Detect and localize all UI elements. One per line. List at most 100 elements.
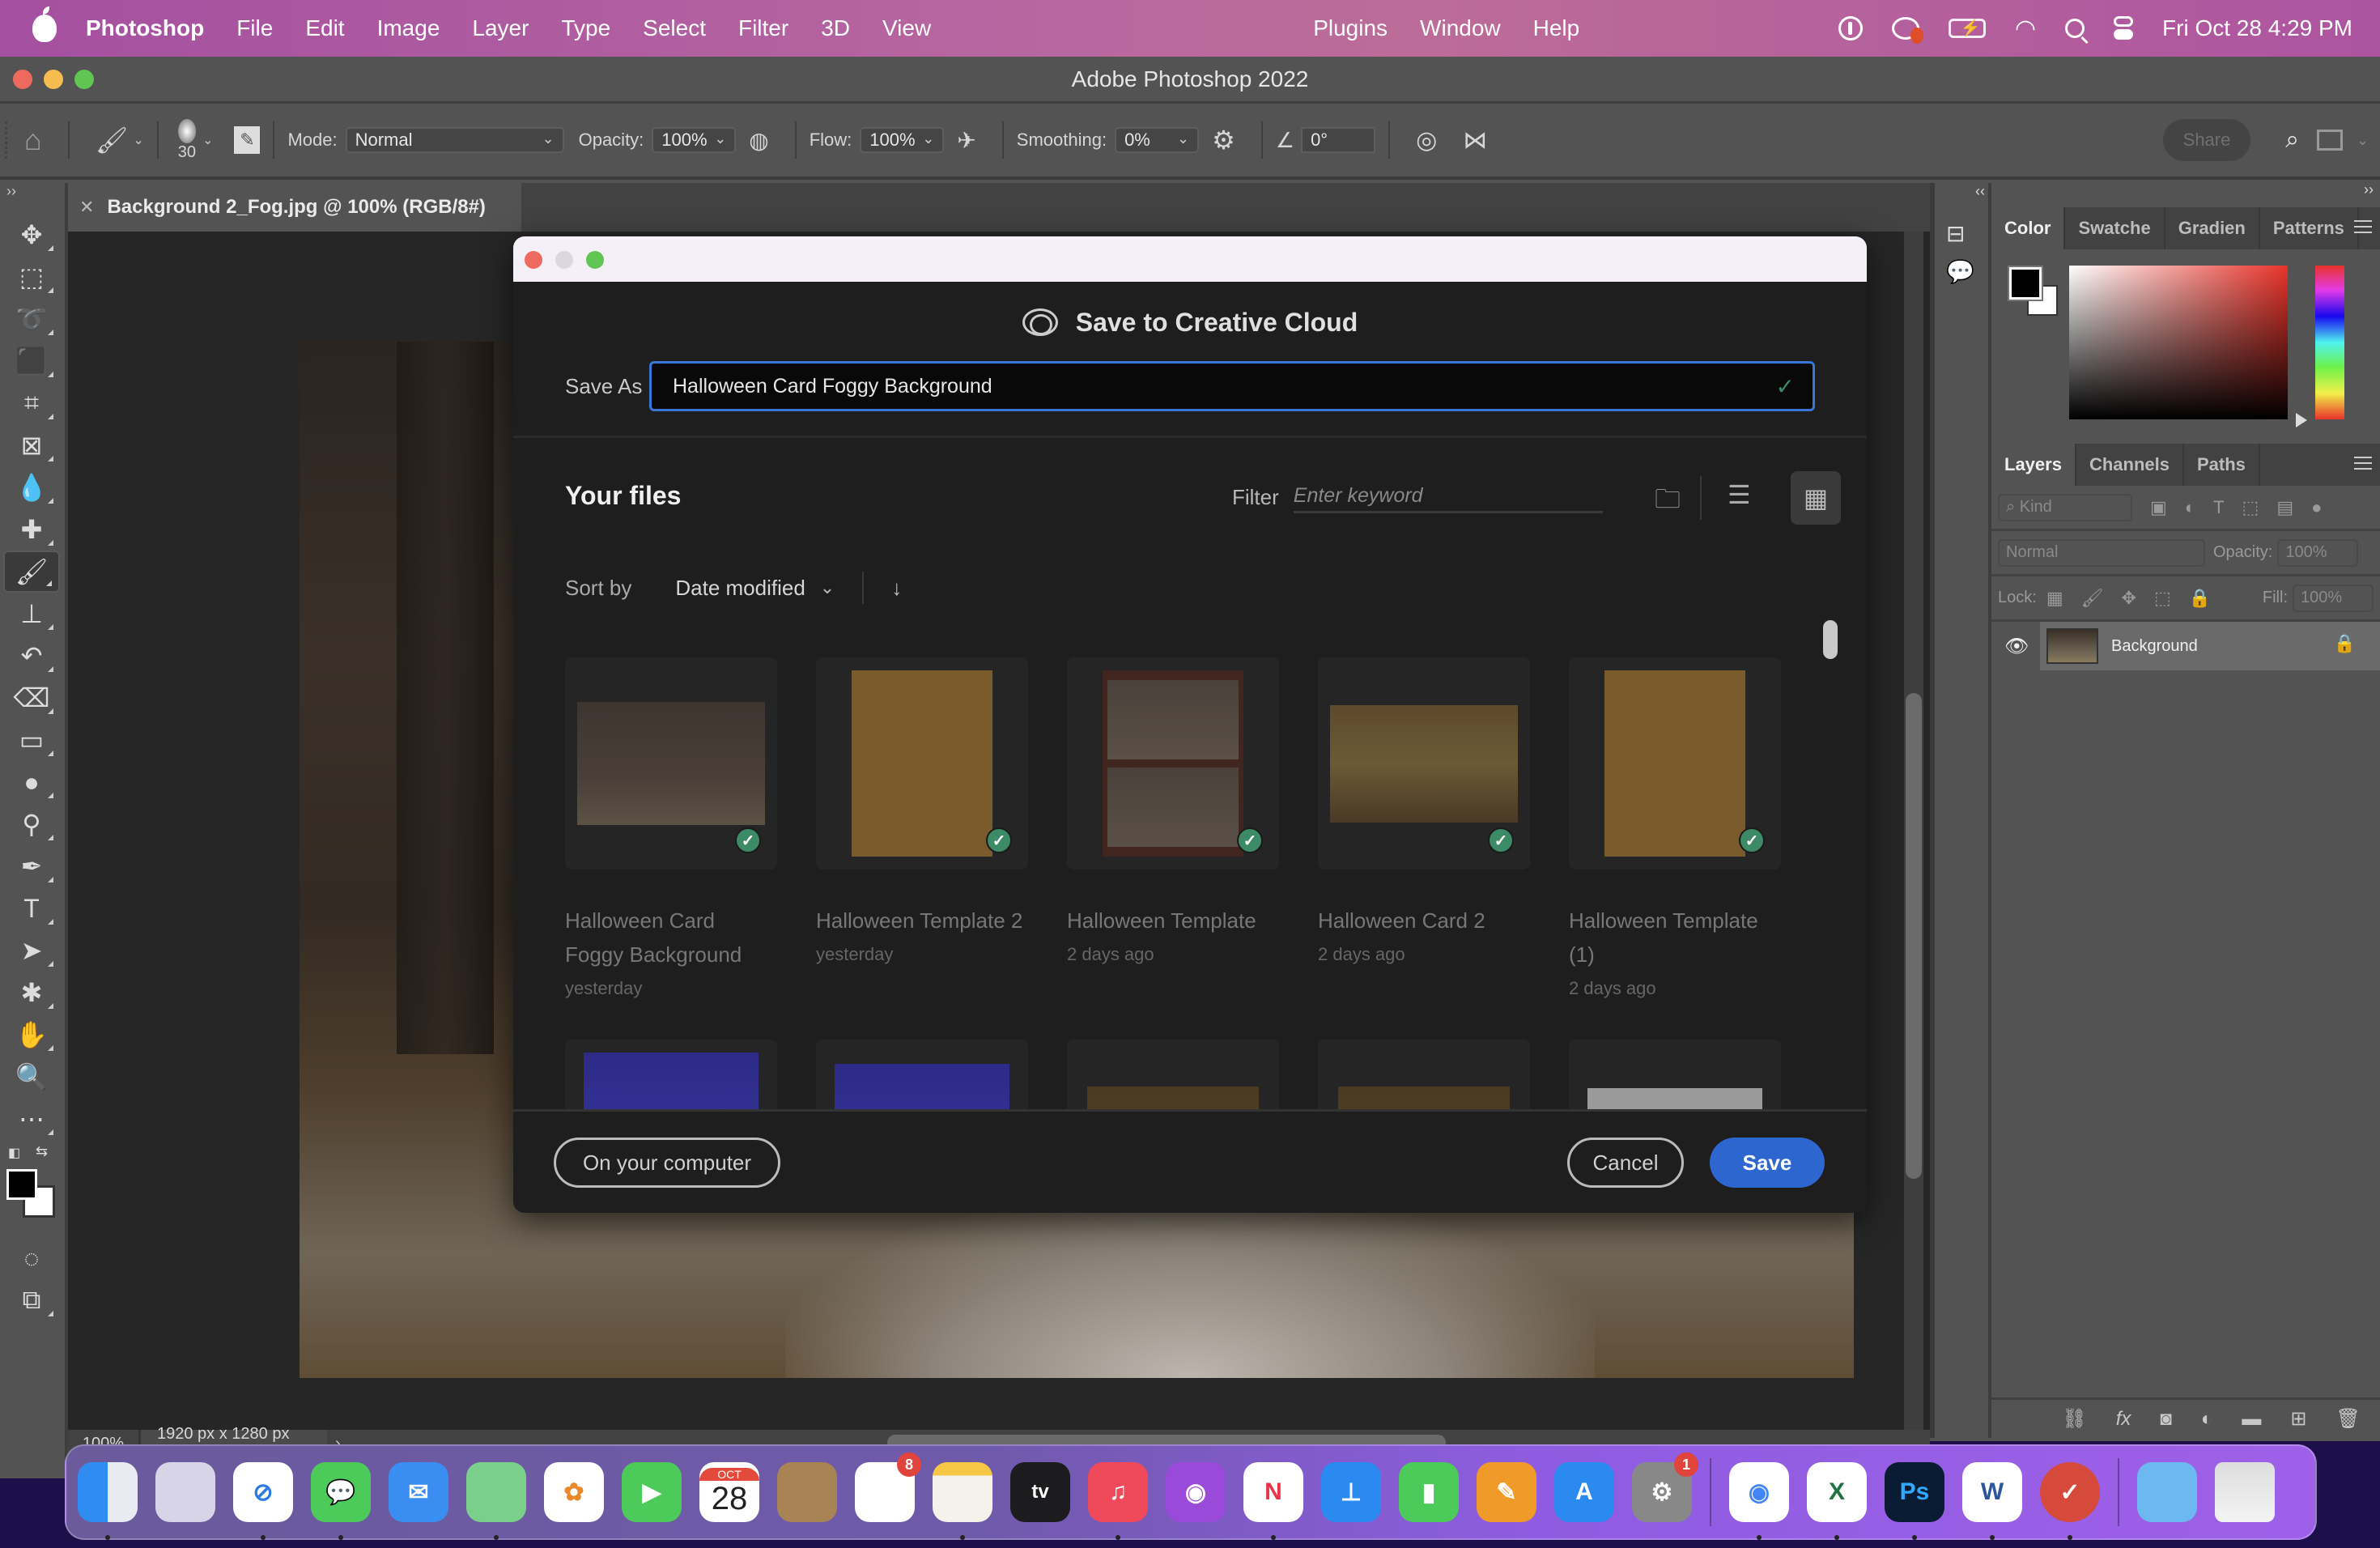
dock-app-podcasts[interactable]: ◉ (1166, 1462, 1226, 1522)
symmetry-butterfly-icon[interactable]: ⋈ (1463, 126, 1487, 155)
fill-input[interactable]: 100% (2293, 584, 2374, 612)
layer-lock-icon[interactable]: 🔒 (2334, 633, 2356, 654)
file-card[interactable]: ✓ Halloween Template (1) 2 days ago (1569, 657, 1781, 1006)
custom-shape-tool-icon[interactable]: ✱ (3, 972, 60, 1014)
pen-tool-icon[interactable]: ✒ (3, 845, 60, 887)
eraser-tool-icon[interactable]: ⌫ (3, 677, 60, 719)
tab-gradients[interactable]: Gradien (2165, 207, 2260, 249)
dock-app-facetime[interactable]: ▶ (622, 1462, 682, 1522)
move-tool-icon[interactable]: ✥ (3, 214, 60, 256)
menu-filter[interactable]: Filter (738, 15, 788, 41)
on-your-computer-button[interactable]: On your computer (554, 1138, 780, 1188)
vertical-scroll-thumb[interactable] (1906, 693, 1922, 1179)
blend-mode-select[interactable]: Normal (1998, 538, 2205, 567)
edit-toolbar-icon[interactable]: ⋯ (3, 1098, 60, 1140)
type-tool-icon[interactable]: T (3, 887, 60, 929)
menu-window[interactable]: Window (1420, 15, 1501, 41)
filter-input[interactable]: Enter keyword (1293, 481, 1603, 513)
dock-app-excel[interactable]: X (1807, 1462, 1867, 1540)
zoom-tool-icon[interactable]: 🔍 (3, 1056, 60, 1098)
filter-type-icon[interactable]: T (2213, 497, 2224, 518)
filter-smart-object-icon[interactable]: ▤ (2276, 497, 2293, 518)
lasso-tool-icon[interactable]: ➰ (3, 298, 60, 340)
default-colors-icon[interactable]: ◧ (8, 1145, 20, 1161)
workspace-icon[interactable] (2317, 130, 2343, 151)
pressure-opacity-icon[interactable]: ◍ (749, 127, 768, 154)
menu-clock[interactable]: Fri Oct 28 4:29 PM (2162, 15, 2352, 41)
adjustment-layer-icon[interactable]: ◐ (2201, 1408, 2213, 1431)
menu-select[interactable]: Select (643, 15, 706, 41)
tab-paths[interactable]: Paths (2184, 444, 2260, 486)
dock-app-maps[interactable] (466, 1462, 526, 1540)
dock-app-tv[interactable]: tv (1010, 1462, 1070, 1522)
save-as-input[interactable]: Halloween Card Foggy Background ✓ (649, 361, 1815, 411)
smoothing-settings-gear-icon[interactable]: ⚙ (1212, 125, 1235, 155)
pressure-size-icon[interactable]: ◎ (1416, 126, 1437, 155)
hand-tool-icon[interactable]: ✋ (3, 1014, 60, 1056)
grid-view-icon[interactable]: ▦ (1791, 471, 1841, 525)
dock-app-finder[interactable] (78, 1462, 138, 1540)
wifi-icon[interactable]: ◠ (2015, 15, 2036, 43)
menu-app-photoshop[interactable]: Photoshop (86, 15, 204, 41)
minimize-window-button[interactable] (44, 70, 63, 89)
dock-folder[interactable] (2137, 1462, 2197, 1522)
workspace-chevron-icon[interactable]: ⌄ (2357, 132, 2369, 149)
comments-panel-icon[interactable]: 💬 (1946, 258, 1988, 285)
gradient-tool-icon[interactable]: ▭ (3, 719, 60, 761)
brush-preset-chevron-icon[interactable]: ⌄ (133, 132, 143, 148)
menu-3d[interactable]: 3D (821, 15, 850, 41)
tab-swatches[interactable]: Swatche (2065, 207, 2165, 249)
apple-menu-icon[interactable] (32, 6, 57, 42)
menu-layer[interactable]: Layer (472, 15, 529, 41)
dock-app-word[interactable]: W (1962, 1462, 2022, 1540)
file-card[interactable]: ✓ Halloween Card 2 2 days ago (1318, 657, 1530, 972)
save-button[interactable]: Save (1710, 1138, 1825, 1188)
file-card[interactable]: ✓ Halloween Template 2 days ago (1067, 657, 1279, 972)
dock-app-numbers[interactable]: ▮ (1399, 1462, 1459, 1522)
hue-slider[interactable] (2315, 266, 2344, 419)
dock-app-launchpad[interactable] (155, 1462, 215, 1522)
dock-app-photoshop[interactable]: Ps (1885, 1462, 1944, 1540)
dock-app-photos[interactable]: ✿ (544, 1462, 604, 1522)
add-mask-icon[interactable]: ◙ (2160, 1408, 2172, 1431)
filter-shape-icon[interactable]: ⬚ (2242, 497, 2259, 518)
dock-app-notes[interactable] (933, 1462, 992, 1540)
battery-icon[interactable] (1948, 18, 1986, 38)
lock-all-icon[interactable]: 🔒 (2189, 588, 2211, 609)
mode-select[interactable]: Normal ⌄ (345, 127, 564, 153)
brush-preset-icon[interactable]: 🖌 (96, 125, 129, 155)
layers-panel-menu-icon[interactable] (2354, 457, 2372, 470)
spotlight-search-icon[interactable] (2065, 19, 2085, 38)
tab-color[interactable]: Color (1991, 207, 2066, 249)
dock-app-contacts[interactable] (777, 1462, 837, 1522)
airbrush-icon[interactable]: ✈ (957, 127, 975, 154)
document-tab[interactable]: ✕ Background 2_Fog.jpg @ 100% (RGB/8#) (68, 183, 521, 232)
close-tab-icon[interactable]: ✕ (79, 197, 94, 218)
expand-panels-icon[interactable]: ›› (2364, 181, 2374, 198)
new-folder-icon[interactable]: 🗀 (1655, 481, 1681, 525)
swap-colors-icon[interactable]: ⇆ (36, 1143, 48, 1160)
list-view-icon[interactable]: ☰ (1728, 479, 1751, 510)
fx-icon[interactable]: fx (2116, 1408, 2131, 1431)
foreground-color-swatch[interactable] (6, 1169, 37, 1200)
lock-position-icon[interactable]: ✥ (2122, 588, 2136, 609)
path-selection-tool-icon[interactable]: ➤ (3, 929, 60, 972)
dock-app-system-preferences[interactable]: ⚙ 1 (1632, 1452, 1698, 1522)
angle-input[interactable]: 0° (1301, 127, 1376, 153)
delete-layer-trash-icon[interactable]: 🗑 (2336, 1407, 2361, 1431)
file-card[interactable]: ✓ Halloween Card Foggy Background yester… (565, 657, 777, 1006)
control-center-icon[interactable] (2114, 16, 2134, 40)
home-icon[interactable]: ⌂ (24, 123, 42, 157)
dock-app-app-store[interactable]: A (1554, 1462, 1614, 1522)
color-panel-menu-icon[interactable] (2354, 220, 2372, 233)
smoothing-input[interactable]: 0% ⌄ (1115, 127, 1200, 153)
layer-opacity-input[interactable]: 100% (2277, 538, 2359, 567)
frame-tool-icon[interactable]: ⊠ (3, 424, 60, 466)
file-list-scroll-thumb[interactable] (1823, 620, 1838, 659)
lock-image-icon[interactable]: 🖌 (2081, 588, 2104, 609)
opacity-input[interactable]: 100% ⌄ (652, 127, 737, 153)
quick-mask-icon[interactable]: ◌ (3, 1237, 60, 1279)
brush-settings-panel-icon[interactable]: ✎ (234, 126, 261, 154)
visibility-eye-icon[interactable]: 👁 (2004, 635, 2029, 658)
object-selection-tool-icon[interactable]: ⬛ (3, 340, 60, 382)
